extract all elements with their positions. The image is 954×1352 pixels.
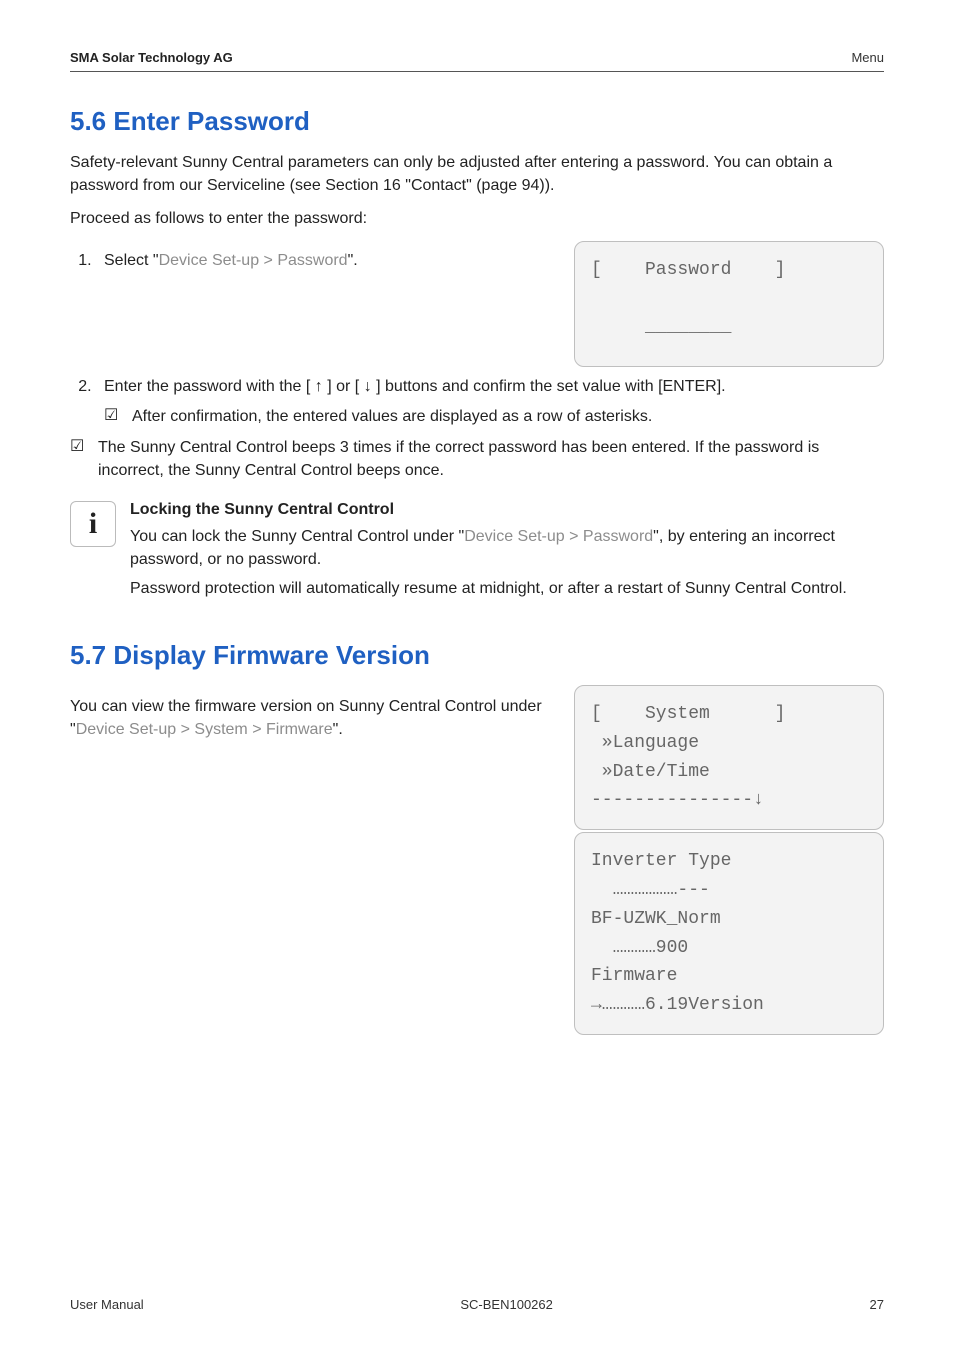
info-block: i Locking the Sunny Central Control You … (70, 501, 884, 607)
system-panel2-line2: ………………--- (591, 880, 710, 900)
step-1-menupath: Device Set-up > Password (159, 252, 348, 269)
step-list-1: Select "Device Set-up > Password". (70, 249, 558, 273)
footer-left: User Manual (70, 1297, 144, 1312)
step-2: Enter the password with the [ ↑ ] or [ ↓… (96, 375, 884, 428)
step-2-b: ] or [ (323, 378, 364, 395)
section-5-6-title: 5.6 Enter Password (70, 106, 884, 137)
system-panel1-line2: »Language (591, 733, 699, 753)
section-5-6-proceed: Proceed as follows to enter the password… (70, 207, 884, 230)
info-text: Locking the Sunny Central Control You ca… (130, 501, 884, 607)
page-header: SMA Solar Technology AG Menu (70, 50, 884, 72)
display-password-line2: ________ (591, 317, 731, 337)
result-check-row: ☑ The Sunny Central Control beeps 3 time… (70, 436, 884, 482)
check-icon: ☑ (104, 405, 122, 428)
section-5-6-intro: Safety-relevant Sunny Central parameters… (70, 151, 884, 197)
footer-right: 27 (870, 1297, 884, 1312)
info-p1-menupath: Device Set-up > Password (464, 528, 653, 545)
step-1-text-c: ". (348, 252, 358, 269)
arrow-down-icon: ↓ (364, 378, 372, 395)
arrow-up-icon: ↑ (315, 378, 323, 395)
system-panel1-line1: [ System ] (591, 704, 785, 724)
step-2-check-text: After confirmation, the entered values a… (132, 405, 652, 428)
system-panel2-line1: Inverter Type (591, 851, 731, 871)
system-panel1-line4: ---------------↓ (591, 790, 764, 810)
info-icon: i (89, 509, 97, 539)
step-2-a: Enter the password with the [ (104, 378, 315, 395)
info-p1-a: You can lock the Sunny Central Control u… (130, 528, 464, 545)
header-right: Menu (851, 50, 884, 65)
step-2-c: ] buttons and confirm the set value with… (372, 378, 726, 395)
info-title: Locking the Sunny Central Control (130, 501, 884, 519)
result-check-text: The Sunny Central Control beeps 3 times … (98, 436, 884, 482)
display-password-line1: [ Password ] (591, 260, 785, 280)
header-left: SMA Solar Technology AG (70, 50, 233, 65)
footer-center: SC-BEN100262 (460, 1297, 553, 1312)
step-list-2: Enter the password with the [ ↑ ] or [ ↓… (70, 375, 884, 428)
info-p2: Password protection will automatically r… (130, 577, 884, 600)
system-panel2-line4: …………900 (591, 938, 688, 958)
section-5-7-p-c: ". (333, 721, 343, 738)
info-icon-box: i (70, 501, 116, 547)
step-1: Select "Device Set-up > Password". (96, 249, 558, 273)
system-panel2-line6: →…………6.19Version (591, 995, 764, 1015)
section-5-7-title: 5.7 Display Firmware Version (70, 640, 884, 671)
check-icon: ☑ (70, 436, 88, 482)
info-p1: You can lock the Sunny Central Control u… (130, 525, 884, 571)
step-1-text-a: Select " (104, 252, 159, 269)
system-panel2-line5: Firmware (591, 966, 677, 986)
device-display-system-group: [ System ] »Language »Date/Time --------… (574, 685, 884, 1035)
section-5-7-menupath: Device Set-up > System > Firmware (76, 721, 333, 738)
section-5-7-p: You can view the firmware version on Sun… (70, 695, 554, 741)
page-footer: User Manual SC-BEN100262 27 (70, 1297, 884, 1312)
device-display-password: [ Password ] ________ (574, 241, 884, 367)
system-panel1-line3: »Date/Time (591, 762, 710, 782)
device-display-system-2: Inverter Type ………………--- BF-UZWK_Norm ………… (574, 832, 884, 1035)
device-display-system-1: [ System ] »Language »Date/Time --------… (574, 685, 884, 830)
system-panel2-line3: BF-UZWK_Norm (591, 909, 721, 929)
